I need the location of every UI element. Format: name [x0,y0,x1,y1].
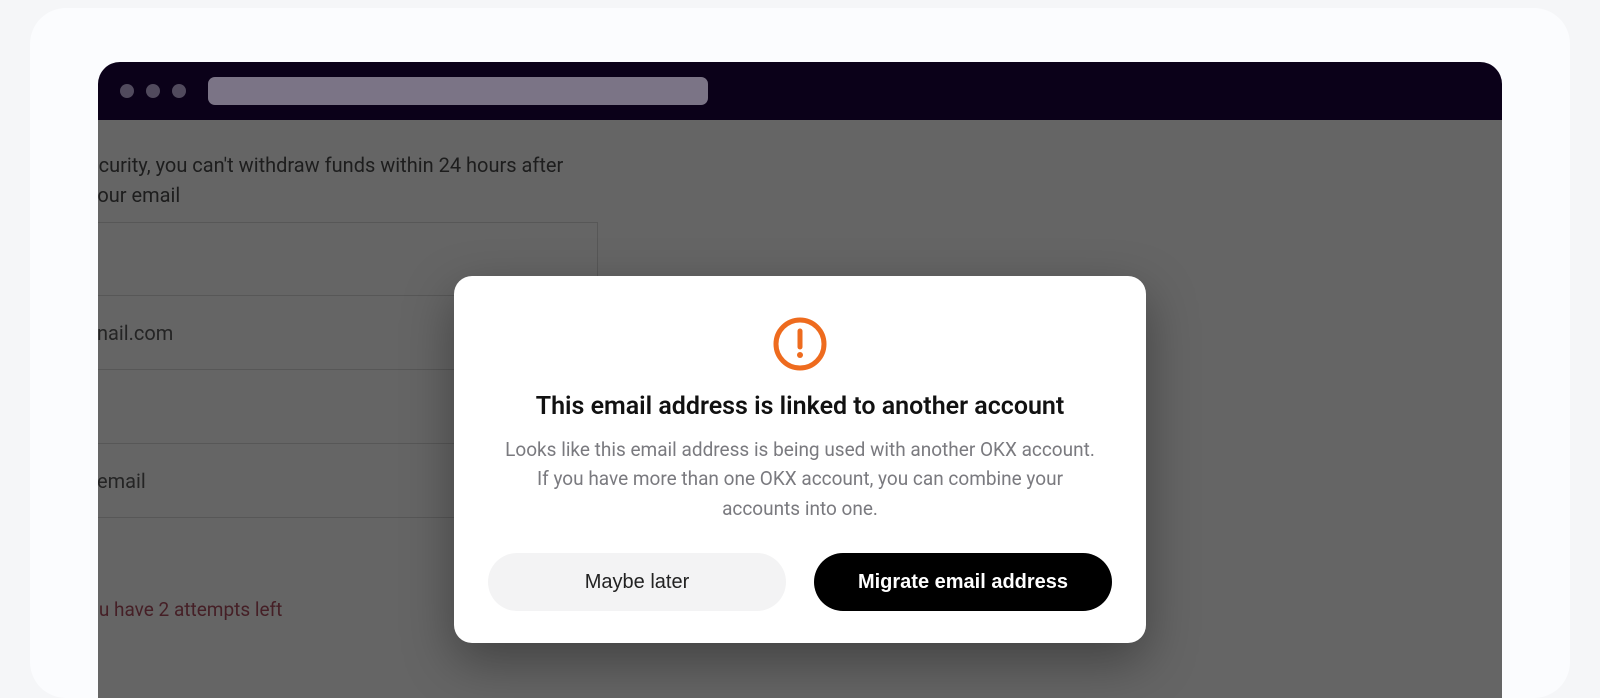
browser-chrome [98,62,1502,120]
traffic-lights [120,84,186,98]
alert-circle-icon [772,316,828,372]
traffic-light-dot [172,84,186,98]
traffic-light-dot [146,84,160,98]
illustration-frame: ecurity, you can't withdraw funds within… [30,8,1570,698]
url-bar[interactable] [208,77,708,105]
email-linked-modal: This email address is linked to another … [454,276,1146,643]
browser-window: ecurity, you can't withdraw funds within… [98,62,1502,698]
page-area: ecurity, you can't withdraw funds within… [98,120,1502,698]
modal-title: This email address is linked to another … [536,392,1065,421]
migrate-email-button[interactable]: Migrate email address [814,553,1112,611]
modal-actions: Maybe later Migrate email address [488,553,1112,611]
maybe-later-button[interactable]: Maybe later [488,553,786,611]
modal-body: Looks like this email address is being u… [500,435,1100,523]
traffic-light-dot [120,84,134,98]
